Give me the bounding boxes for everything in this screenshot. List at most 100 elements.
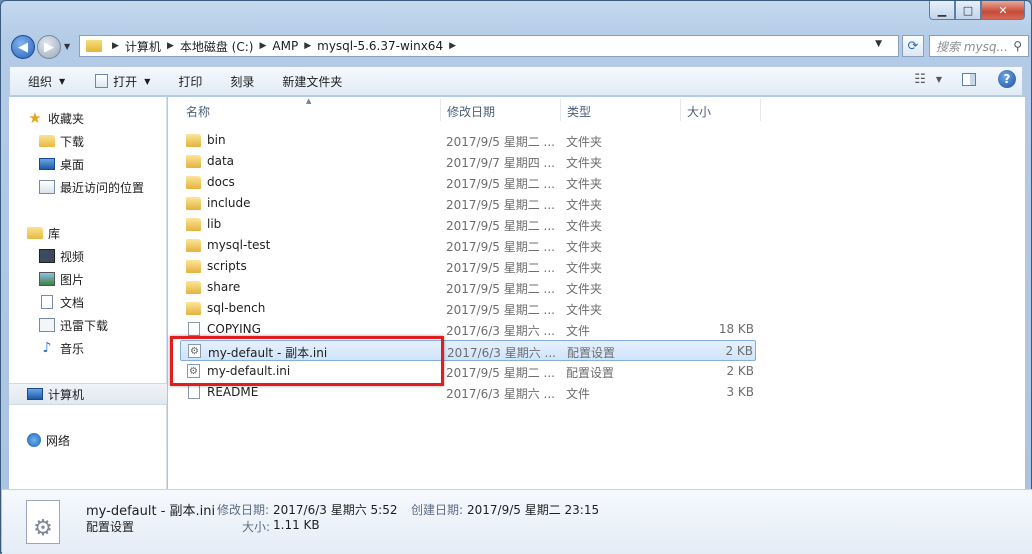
video-icon <box>39 249 55 263</box>
sidebar-item-pictures[interactable]: 图片 <box>9 268 167 290</box>
folder-icon <box>186 302 201 315</box>
close-icon: ✕ <box>998 3 1008 17</box>
sidebar-group-computer[interactable]: 计算机 <box>9 383 167 405</box>
recent-places-icon <box>39 180 55 194</box>
column-divider[interactable] <box>680 99 681 121</box>
breadcrumb-mysql[interactable]: mysql-5.6.37-winx64 <box>317 39 443 53</box>
column-header-type[interactable]: 类型 <box>567 103 591 120</box>
chevron-right-icon[interactable]: ▶ <box>304 41 311 51</box>
file-name: my-default - 副本.ini <box>208 346 328 360</box>
chevron-down-icon: ▼ <box>875 39 882 49</box>
back-button[interactable]: ◀ <box>11 35 35 59</box>
file-type: 文件夹 <box>566 156 603 170</box>
file-name: scripts <box>207 259 247 273</box>
file-type: 配置设置 <box>566 366 615 380</box>
table-row[interactable]: lib 2017/9/5 星期二 ... 文件夹 <box>180 214 756 235</box>
organize-button[interactable]: 组织 ▼ <box>28 69 65 93</box>
config-file-icon: ⚙ <box>187 364 200 378</box>
minimize-button[interactable]: ▁ <box>929 1 955 20</box>
details-size-value: 1.11 KB <box>273 518 320 532</box>
table-row[interactable]: ⚙ my-default - 副本.ini 2017/6/3 星期六 ... 配置设置… <box>180 340 756 361</box>
chevron-down-icon[interactable]: ▼ <box>936 75 942 84</box>
star-icon: ★ <box>28 109 42 127</box>
breadcrumb-computer[interactable]: 计算机 <box>125 38 161 55</box>
table-row[interactable]: share 2017/9/5 星期二 ... 文件夹 <box>180 277 756 298</box>
sidebar-item-music[interactable]: ♪ 音乐 <box>9 337 167 359</box>
arrow-left-icon: ◀ <box>18 39 28 55</box>
file-name: sql-bench <box>207 301 266 315</box>
file-name: README <box>207 385 259 399</box>
sidebar-group-network[interactable]: 网络 <box>9 429 167 451</box>
chevron-right-icon[interactable]: ▶ <box>112 41 119 51</box>
print-label: 打印 <box>178 74 203 89</box>
view-details-icon[interactable]: ☷ <box>914 72 926 87</box>
sidebar-group-label: 收藏夹 <box>48 111 85 126</box>
maximize-button[interactable]: □ <box>955 1 981 20</box>
sidebar-item-label: 最近访问的位置 <box>60 180 145 195</box>
chevron-right-icon[interactable]: ▶ <box>167 41 174 51</box>
details-filename: my-default - 副本.ini <box>86 504 216 519</box>
file-type: 文件夹 <box>566 198 603 212</box>
new-folder-button[interactable]: 新建文件夹 <box>282 69 342 93</box>
folder-icon <box>186 239 201 252</box>
sidebar-item-videos[interactable]: 视频 <box>9 245 167 267</box>
sidebar-group-favorites[interactable]: ★ 收藏夹 <box>9 107 167 129</box>
chevron-right-icon[interactable]: ▶ <box>449 41 456 51</box>
search-box[interactable]: 搜索 mysq... ⚲ <box>929 35 1029 57</box>
file-type: 文件夹 <box>566 135 603 149</box>
thunder-download-icon <box>39 318 55 332</box>
table-row[interactable]: mysql-test 2017/9/5 星期二 ... 文件夹 <box>180 235 756 256</box>
file-size: 3 KB <box>726 385 754 399</box>
column-divider[interactable] <box>440 99 441 121</box>
close-button[interactable]: ✕ <box>981 1 1025 20</box>
sidebar-group-label: 网络 <box>46 433 71 448</box>
help-icon[interactable]: ? <box>998 70 1016 88</box>
explorer-window: ▁ □ ✕ ◀ ▶ ▼ ▶ 计算机 ▶ 本地磁盘 (C:) ▶ AMP ▶ my… <box>0 0 1032 554</box>
table-row[interactable]: COPYING 2017/6/3 星期六 ... 文件 18 KB <box>180 319 756 340</box>
table-row[interactable]: sql-bench 2017/9/5 星期二 ... 文件夹 <box>180 298 756 319</box>
file-date: 2017/9/5 星期二 ... <box>446 198 555 212</box>
open-icon <box>95 74 109 88</box>
table-row[interactable]: include 2017/9/5 星期二 ... 文件夹 <box>180 193 756 214</box>
breadcrumb-local-disk[interactable]: 本地磁盘 (C:) <box>180 38 254 55</box>
sidebar-item-documents[interactable]: 文档 <box>9 291 167 313</box>
breadcrumb: ▶ 计算机 ▶ 本地磁盘 (C:) ▶ AMP ▶ mysql-5.6.37-w… <box>106 38 462 55</box>
table-row[interactable]: ⚙ my-default.ini 2017/9/5 星期二 ... 配置设置 2 KB <box>180 361 756 382</box>
column-header-name[interactable]: 名称 <box>186 103 210 120</box>
search-icon[interactable]: ⚲ <box>1013 39 1022 53</box>
chevron-down-icon: ▼ <box>64 42 71 51</box>
forward-button[interactable]: ▶ <box>37 35 61 59</box>
config-file-icon: ⚙ <box>188 344 201 358</box>
refresh-button[interactable]: ⟳ <box>902 35 924 57</box>
table-row[interactable]: bin 2017/9/5 星期二 ... 文件夹 <box>180 130 756 151</box>
sidebar-item-desktop[interactable]: 桌面 <box>9 153 167 175</box>
recent-pages-dropdown[interactable]: ▼ <box>64 42 70 51</box>
sidebar-group-label: 库 <box>48 226 61 241</box>
sidebar-item-downloads[interactable]: 下载 <box>9 130 167 152</box>
folder-icon <box>186 197 201 210</box>
preview-pane-icon[interactable] <box>962 72 976 86</box>
print-button[interactable]: 打印 <box>178 69 202 93</box>
address-bar[interactable]: ▶ 计算机 ▶ 本地磁盘 (C:) ▶ AMP ▶ mysql-5.6.37-w… <box>79 35 899 57</box>
column-divider[interactable] <box>560 99 561 121</box>
file-name: mysql-test <box>207 238 271 252</box>
sidebar-group-libraries[interactable]: 库 <box>9 222 167 244</box>
column-divider[interactable] <box>760 99 761 121</box>
search-input[interactable]: 搜索 mysq... <box>936 38 1008 55</box>
column-header-size[interactable]: 大小 <box>687 103 711 120</box>
burn-button[interactable]: 刻录 <box>230 69 254 93</box>
breadcrumb-amp[interactable]: AMP <box>272 39 298 53</box>
sidebar-item-recent-places[interactable]: 最近访问的位置 <box>9 176 167 198</box>
downloads-folder-icon <box>39 135 55 147</box>
sidebar-item-label: 音乐 <box>60 341 85 356</box>
chevron-right-icon[interactable]: ▶ <box>259 41 266 51</box>
address-dropdown[interactable]: ▼ <box>875 39 882 49</box>
table-row[interactable]: docs 2017/9/5 星期二 ... 文件夹 <box>180 172 756 193</box>
open-button[interactable]: 打开 ▼ <box>95 69 150 93</box>
table-row[interactable]: scripts 2017/9/5 星期二 ... 文件夹 <box>180 256 756 277</box>
table-row[interactable]: README 2017/6/3 星期六 ... 文件 3 KB <box>180 382 756 403</box>
chevron-down-icon: ▼ <box>59 76 66 86</box>
table-row[interactable]: data 2017/9/7 星期四 ... 文件夹 <box>180 151 756 172</box>
column-header-date[interactable]: 修改日期 <box>447 103 495 120</box>
sidebar-item-thunder-downloads[interactable]: 迅雷下载 <box>9 314 167 336</box>
